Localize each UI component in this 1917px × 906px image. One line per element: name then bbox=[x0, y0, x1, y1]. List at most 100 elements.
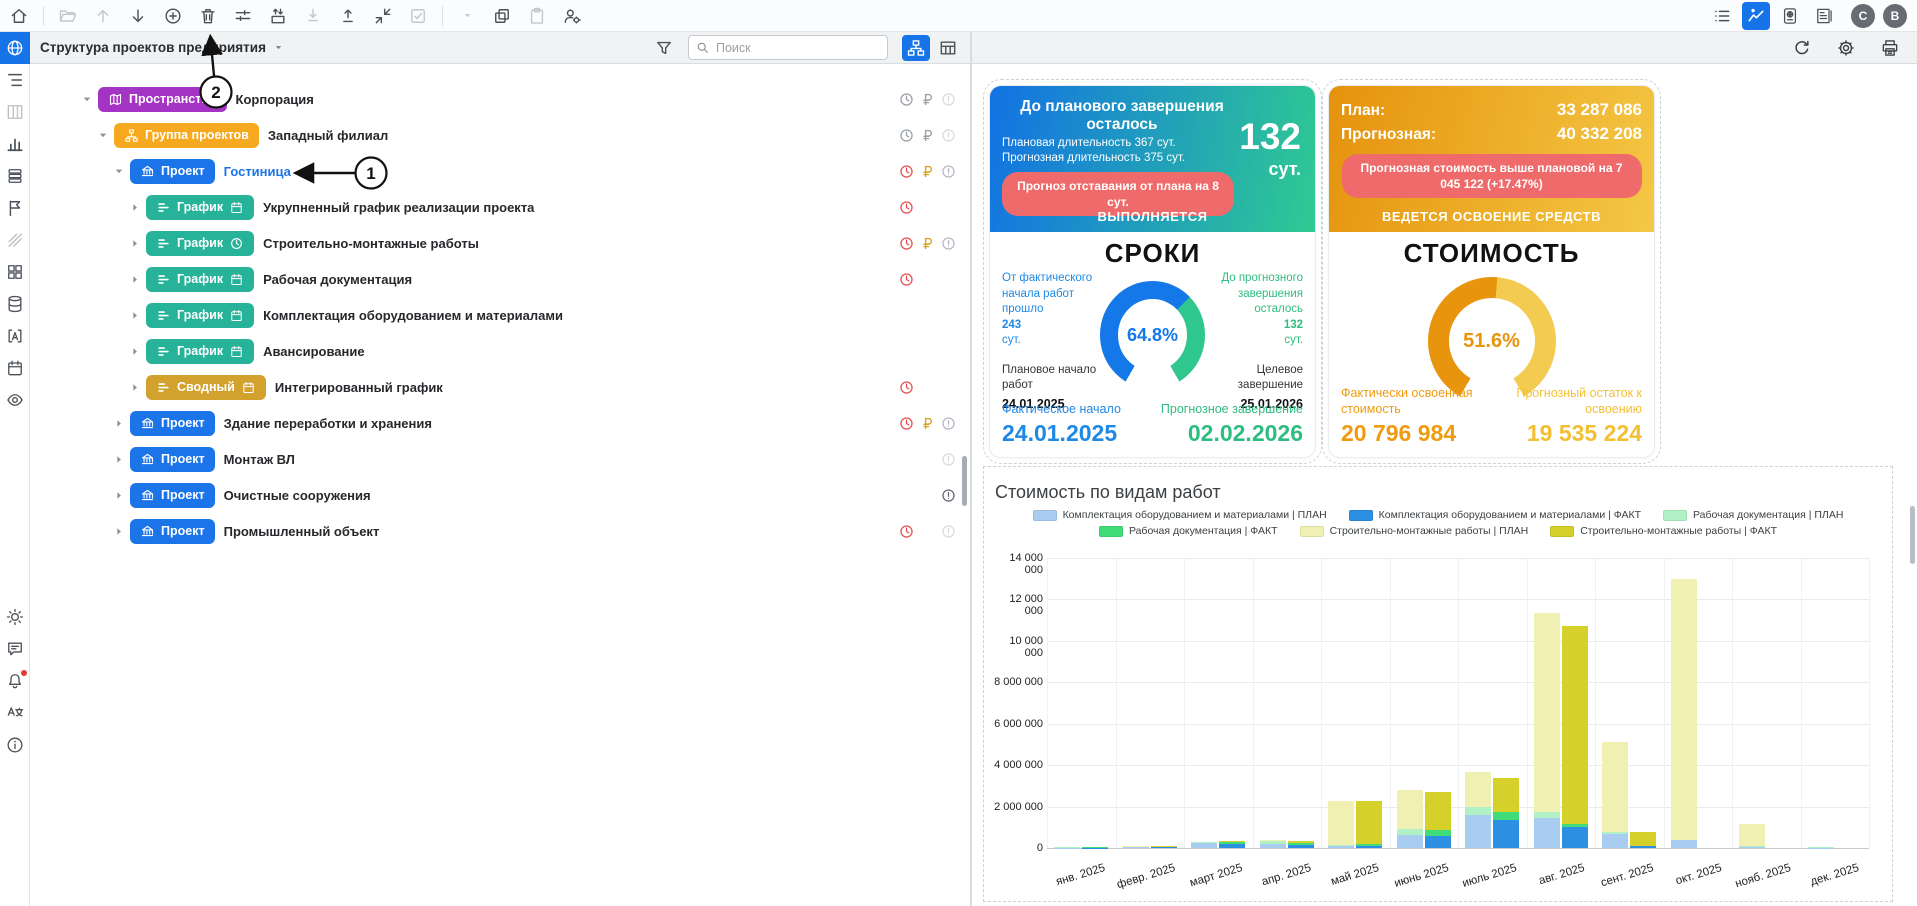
tree-row[interactable]: Проект Здание переработки и хранения bbox=[30, 405, 970, 441]
delete-trash-button[interactable] bbox=[195, 3, 221, 29]
add-circle-button[interactable] bbox=[160, 3, 186, 29]
tree-row[interactable]: Группа проектов Западный филиал bbox=[30, 117, 970, 153]
collapse-button[interactable] bbox=[370, 3, 396, 29]
sidebar-item-translate[interactable] bbox=[4, 703, 26, 723]
tree-caret-down-icon[interactable] bbox=[112, 165, 126, 178]
tree-item-label[interactable]: Укрупненный график реализации проекта bbox=[263, 200, 534, 215]
sidebar-item-outline-list[interactable] bbox=[4, 70, 26, 90]
paste-button[interactable] bbox=[524, 3, 550, 29]
tree-item-label[interactable]: Рабочая документация bbox=[263, 272, 412, 287]
list-view-button[interactable] bbox=[1708, 2, 1736, 30]
badge-group[interactable]: Группа проектов bbox=[114, 123, 259, 148]
filter-sliders-button[interactable] bbox=[230, 3, 256, 29]
search-input[interactable] bbox=[716, 41, 881, 55]
tree-row[interactable]: Проект Монтаж ВЛ bbox=[30, 441, 970, 477]
tree-item-label[interactable]: Корпорация bbox=[236, 92, 314, 107]
sidebar-item-info[interactable] bbox=[4, 735, 26, 755]
archive-box-button[interactable] bbox=[265, 3, 291, 29]
badge-schedule[interactable]: График bbox=[146, 339, 254, 364]
avatar-C[interactable]: C bbox=[1851, 4, 1875, 28]
tree-row[interactable]: Проект Очистные сооружения bbox=[30, 477, 970, 513]
tree-caret-right-icon[interactable] bbox=[112, 489, 126, 502]
tree-row[interactable]: График Строительно-монтажные работы bbox=[30, 225, 970, 261]
sidebar-item-comment[interactable] bbox=[4, 639, 26, 659]
import-down-button[interactable] bbox=[300, 3, 326, 29]
tree-item-label[interactable]: Очистные сооружения bbox=[224, 488, 371, 503]
sidebar-item-bar-chart[interactable] bbox=[4, 134, 26, 154]
sidebar-item-eye[interactable] bbox=[4, 390, 26, 410]
tree-caret-right-icon[interactable] bbox=[128, 309, 142, 322]
settings-gear-button[interactable] bbox=[1833, 35, 1859, 61]
refresh-button[interactable] bbox=[1789, 35, 1815, 61]
badge-project[interactable]: Проект bbox=[130, 519, 215, 544]
tree-caret-right-icon[interactable] bbox=[128, 201, 142, 214]
badge-project[interactable]: Проект bbox=[130, 411, 215, 436]
tree-row[interactable]: График Авансирование bbox=[30, 333, 970, 369]
arrow-up-button[interactable] bbox=[90, 3, 116, 29]
home-button[interactable] bbox=[6, 3, 32, 29]
tree-caret-right-icon[interactable] bbox=[112, 525, 126, 538]
content-scrollbar[interactable] bbox=[1910, 506, 1915, 564]
tree-item-label[interactable]: Интегрированный график bbox=[275, 380, 443, 395]
tree-item-label[interactable]: Промышленный объект bbox=[224, 524, 380, 539]
tree-view-toggle[interactable] bbox=[902, 35, 930, 61]
tree-row[interactable]: График Рабочая документация bbox=[30, 261, 970, 297]
badge-project[interactable]: Проект bbox=[130, 483, 215, 508]
badge-schedule[interactable]: График bbox=[146, 267, 254, 292]
caret-down-button[interactable] bbox=[454, 3, 480, 29]
badge-space[interactable]: Пространство bbox=[98, 87, 227, 112]
folder-open-button[interactable] bbox=[55, 3, 81, 29]
tree-row[interactable]: Проект Промышленный объект bbox=[30, 513, 970, 549]
tree-caret-right-icon[interactable] bbox=[128, 381, 142, 394]
sidebar-item-columns-panel[interactable] bbox=[4, 102, 26, 122]
export-up-button[interactable] bbox=[335, 3, 361, 29]
user-settings-button[interactable] bbox=[559, 3, 585, 29]
avatar-B[interactable]: B bbox=[1883, 4, 1907, 28]
sidebar-item-database[interactable] bbox=[4, 294, 26, 314]
tree-item-label[interactable]: Комплектация оборудованием и материалами bbox=[263, 308, 563, 323]
badge-schedule[interactable]: График bbox=[146, 195, 254, 220]
sidebar-item-notifications-bell[interactable] bbox=[4, 671, 26, 691]
tree-item-label[interactable]: Строительно-монтажные работы bbox=[263, 236, 479, 251]
sidebar-item-calendar[interactable] bbox=[4, 358, 26, 378]
sidebar-item-flag[interactable] bbox=[4, 198, 26, 218]
sidebar-item-text-style[interactable] bbox=[4, 326, 26, 346]
sidebar-item-globe[interactable] bbox=[0, 32, 30, 64]
tree-item-label[interactable]: Авансирование bbox=[263, 344, 365, 359]
badge-project[interactable]: Проект bbox=[130, 159, 215, 184]
tree-caret-right-icon[interactable] bbox=[112, 417, 126, 430]
filter-funnel-button[interactable] bbox=[654, 38, 674, 58]
tree-item-label[interactable]: Здание переработки и хранения bbox=[224, 416, 432, 431]
tree-row[interactable]: Сводный Интегрированный график bbox=[30, 369, 970, 405]
tree-caret-right-icon[interactable] bbox=[112, 453, 126, 466]
tree-item-label[interactable]: Западный филиал bbox=[268, 128, 388, 143]
printer-button[interactable] bbox=[1877, 35, 1903, 61]
tree-caret-right-icon[interactable] bbox=[128, 345, 142, 358]
sidebar-item-blocks-grid[interactable] bbox=[4, 262, 26, 282]
tree-row[interactable]: График Комплектация оборудованием и матер… bbox=[30, 297, 970, 333]
sidebar-item-theme-sun[interactable] bbox=[4, 607, 26, 627]
tree-caret-right-icon[interactable] bbox=[128, 273, 142, 286]
tree-item-label[interactable]: Гостиница bbox=[224, 164, 291, 179]
sidebar-item-hatch-lines[interactable] bbox=[4, 230, 26, 250]
tree-row[interactable]: Пространство Корпорация bbox=[30, 81, 970, 117]
analytics-view-button[interactable] bbox=[1742, 2, 1770, 30]
badge-schedule[interactable]: График bbox=[146, 303, 254, 328]
badge-project[interactable]: Проект bbox=[130, 447, 215, 472]
badge-schedule[interactable]: График bbox=[146, 231, 254, 256]
sidebar-item-layers-stack[interactable] bbox=[4, 166, 26, 186]
tree-row[interactable]: Проект Гостиница bbox=[30, 153, 970, 189]
report-view-button[interactable] bbox=[1810, 2, 1838, 30]
tree-row[interactable]: График Укрупненный график реализации прое… bbox=[30, 189, 970, 225]
table-view-toggle[interactable] bbox=[934, 35, 962, 61]
arrow-down-button[interactable] bbox=[125, 3, 151, 29]
tree-item-label[interactable]: Монтаж ВЛ bbox=[224, 452, 295, 467]
search-box[interactable] bbox=[688, 35, 888, 60]
tree-caret-right-icon[interactable] bbox=[128, 237, 142, 250]
chevron-down-icon[interactable] bbox=[272, 41, 285, 54]
copy-button[interactable] bbox=[489, 3, 515, 29]
passport-view-button[interactable] bbox=[1776, 2, 1804, 30]
badge-summary[interactable]: Сводный bbox=[146, 375, 266, 400]
tree-caret-down-icon[interactable] bbox=[96, 129, 110, 142]
checkbox-button[interactable] bbox=[405, 3, 431, 29]
